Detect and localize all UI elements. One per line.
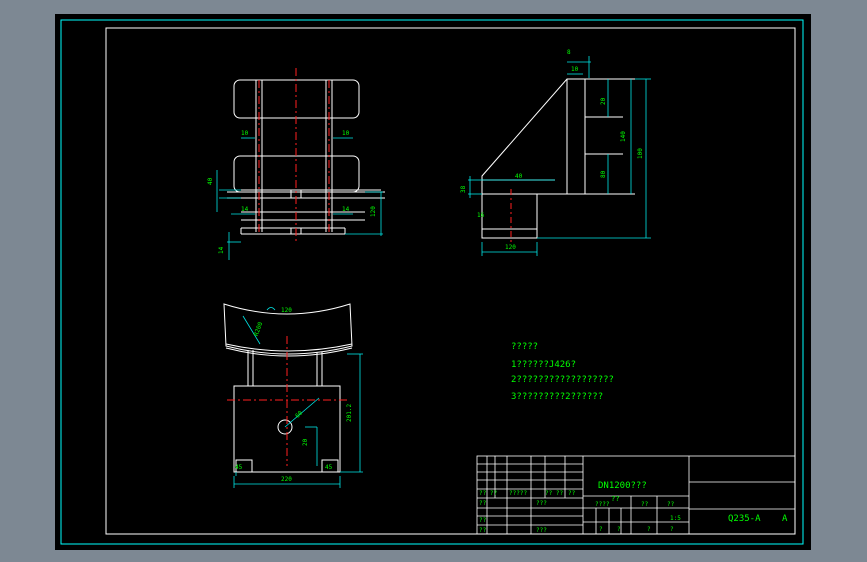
top-view	[227, 79, 385, 235]
tb-mid-b3: ?	[670, 526, 674, 533]
bottom-view-centerlines	[227, 336, 347, 466]
dim-top-14-c: 14	[218, 246, 225, 254]
dim-bottom-45-left: 45	[235, 464, 243, 471]
drawing-viewport[interactable]: 10 10 40 14 14 120 14 8 10 20 80 140 100…	[55, 14, 811, 550]
dim-bottom-45-right: 45	[325, 464, 333, 471]
dim-side-100: 100	[637, 148, 644, 159]
tb-cell-2: ?? ??	[545, 490, 563, 497]
side-view-dimension-lines	[468, 56, 651, 256]
tb-cell-5: ???	[536, 500, 547, 507]
notes-line-2: 2??????????????????	[511, 375, 614, 385]
top-view-centerlines	[258, 68, 330, 242]
dimension-labels: 10 10 40 14 14 120 14 8 10 20 80 140 100…	[207, 49, 644, 483]
dim-side-10: 10	[571, 66, 579, 73]
dim-side-16: 16	[477, 212, 485, 219]
dim-side-40: 40	[515, 173, 523, 180]
tb-mid-b2: ?	[647, 526, 651, 533]
tb-scale: 1:5	[670, 515, 681, 522]
dim-top-40: 40	[207, 177, 214, 185]
dim-bottom-r200: R200	[253, 321, 265, 337]
material-label: Q235-A	[728, 514, 761, 524]
dim-bottom-120: 120	[281, 307, 292, 314]
dim-bottom-201: 201.2	[346, 404, 353, 422]
dim-top-120: 120	[370, 206, 377, 217]
tb-mid-1: ??	[641, 501, 649, 508]
dim-side-38: 38	[460, 185, 467, 193]
notes-line-1: 1??????J426?	[511, 360, 576, 370]
tb-cell-6: ??	[479, 517, 487, 524]
bottom-view	[223, 303, 353, 473]
dim-top-14-b: 14	[342, 206, 350, 213]
sheet-letter: A	[782, 514, 788, 524]
tb-cell-1: ?????	[509, 490, 527, 497]
tb-mid-b0: ?	[599, 526, 603, 533]
dim-side-20: 20	[600, 97, 607, 105]
title-block-main-text: DN1200??? ?? Q235-A A	[598, 481, 788, 524]
dim-bottom-220: 220	[281, 476, 292, 483]
tb-mid-2: ??	[667, 501, 675, 508]
dim-side-140: 140	[620, 131, 627, 142]
tb-mid-0: ????	[595, 501, 610, 508]
technical-notes: ????? 1??????J426? 2?????????????????? 3…	[511, 342, 614, 402]
dim-top-10-left: 10	[241, 130, 249, 137]
title-block-text: ?? ?? ????? ?? ?? ?? ?? ??? ?? ?? ??? ??…	[479, 490, 681, 534]
tb-cell-4: ??	[479, 500, 487, 507]
notes-line-3: 3?????????2??????	[511, 392, 603, 402]
side-view	[481, 78, 635, 239]
dim-top-10-right: 10	[342, 130, 350, 137]
inner-frame	[105, 27, 796, 535]
dim-side-80: 80	[600, 170, 607, 178]
cad-drawing: 10 10 40 14 14 120 14 8 10 20 80 140 100…	[60, 19, 804, 545]
tb-cell-7: ??	[479, 527, 487, 534]
outer-frame	[60, 19, 804, 545]
tb-cell-3: ??	[568, 490, 576, 497]
tb-cell-0: ?? ??	[479, 490, 497, 497]
notes-title: ?????	[511, 342, 538, 352]
tb-mid-b1: ?	[617, 526, 621, 533]
dim-side-120: 120	[505, 244, 516, 251]
dim-side-8: 8	[567, 49, 571, 56]
dim-bottom-20: 20	[302, 438, 309, 446]
drawing-name: DN1200???	[598, 481, 647, 491]
drawing-sub-name: ??	[611, 495, 619, 503]
tb-cell-8: ???	[536, 527, 547, 534]
dim-top-14-a: 14	[241, 206, 249, 213]
